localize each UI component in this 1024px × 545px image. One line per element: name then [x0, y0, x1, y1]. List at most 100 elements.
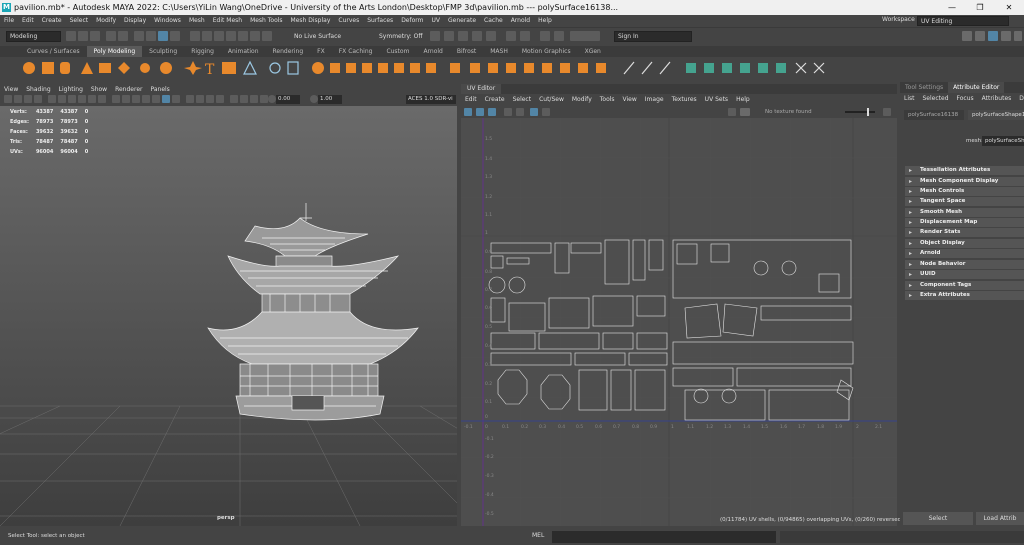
workspace-dropdown[interactable]: UV Editing [917, 16, 1009, 26]
select-button[interactable]: Select [903, 512, 973, 525]
xray-icon [240, 95, 248, 103]
section-uuid[interactable]: UUID [905, 270, 1024, 279]
attr-menu-display[interactable]: Displ [1015, 93, 1024, 104]
colorspace-dropdown[interactable]: ACES 1.0 SDR-vi [406, 95, 456, 104]
uv-menu-tools[interactable]: Tools [596, 94, 619, 105]
attr-menu-attributes[interactable]: Attributes [978, 93, 1016, 104]
live-surface-label[interactable]: No Live Surface [294, 33, 341, 40]
menu-mesh[interactable]: Mesh [185, 15, 209, 27]
menu-generate[interactable]: Generate [444, 15, 480, 27]
load-attributes-button[interactable]: Load Attrib [976, 512, 1024, 525]
menu-windows[interactable]: Windows [150, 15, 185, 27]
menu-display[interactable]: Display [120, 15, 150, 27]
menu-curves[interactable]: Curves [334, 15, 363, 27]
menu-help[interactable]: Help [534, 15, 556, 27]
uv-menu-cut-sew[interactable]: Cut/Sew [535, 94, 568, 105]
shelf-tab-arnold[interactable]: Arnold [416, 46, 449, 57]
uv-texture-icons [728, 108, 750, 116]
shelf-tab-rendering[interactable]: Rendering [266, 46, 311, 57]
mesh-name-field[interactable]: polySurfaceSha [982, 136, 1024, 146]
command-result-field [780, 531, 1024, 543]
section-extra-attributes[interactable]: Extra Attributes [905, 291, 1024, 300]
shelf-tab-fx[interactable]: FX [310, 46, 332, 57]
viewport-menu-renderer[interactable]: Renderer [111, 84, 146, 95]
shelf-tab-rigging[interactable]: Rigging [184, 46, 221, 57]
section-render-stats[interactable]: Render Stats [905, 228, 1024, 237]
uv-shaded-icon [476, 108, 484, 116]
uv-menu-uv-sets[interactable]: UV Sets [701, 94, 732, 105]
menu-file[interactable]: File [0, 15, 18, 27]
menu-edit[interactable]: Edit [18, 15, 38, 27]
perspective-viewport[interactable] [0, 106, 457, 526]
maximize-button[interactable]: ❐ [966, 0, 994, 15]
menu-mesh-display[interactable]: Mesh Display [287, 15, 335, 27]
menu-modify[interactable]: Modify [92, 15, 120, 27]
uv-menu-modify[interactable]: Modify [568, 94, 596, 105]
section-mesh-controls[interactable]: Mesh Controls [905, 187, 1024, 196]
attr-menu: List Selected Focus Attributes Displ [900, 93, 1024, 104]
shelf-tab-motion-graphics[interactable]: Motion Graphics [515, 46, 578, 57]
menu-arnold[interactable]: Arnold [507, 15, 534, 27]
uv-editor-tab[interactable]: UV Editor [461, 84, 502, 94]
input-ops-icon [540, 31, 550, 41]
section-mesh-component-display[interactable]: Mesh Component Display [905, 177, 1024, 186]
shelf-tab-sculpting[interactable]: Sculpting [142, 46, 184, 57]
menu-edit-mesh[interactable]: Edit Mesh [209, 15, 246, 27]
section-node-behavior[interactable]: Node Behavior [905, 260, 1024, 269]
symmetry-label[interactable]: Symmetry: Off [379, 33, 422, 40]
command-line-input[interactable] [552, 531, 776, 543]
gamma-field[interactable]: 1.00 [318, 95, 342, 104]
section-displacement-map[interactable]: Displacement Map [905, 218, 1024, 227]
uv-exposure-slider[interactable] [845, 108, 895, 118]
uv-texture-space[interactable]: 1.5 1.4 1.3 1.2 1.1 1 0.9 0.8 0.7 0.6 0.… [461, 118, 897, 526]
section-tessellation[interactable]: Tessellation Attributes [905, 166, 1024, 175]
menu-uv[interactable]: UV [428, 15, 445, 27]
tab-tool-settings[interactable]: Tool Settings [900, 84, 948, 91]
viewport-menu-view[interactable]: View [0, 84, 22, 95]
menu-cache[interactable]: Cache [480, 15, 507, 27]
node-tab-shape[interactable]: polySurfaceShape1 [968, 110, 1024, 120]
mel-label[interactable]: MEL [532, 532, 544, 539]
shelf-tab-animation[interactable]: Animation [221, 46, 266, 57]
menu-surfaces[interactable]: Surfaces [363, 15, 397, 27]
uv-menu-edit[interactable]: Edit [461, 94, 481, 105]
shelf-tab-custom[interactable]: Custom [379, 46, 416, 57]
viewport-menu-lighting[interactable]: Lighting [55, 84, 87, 95]
uv-menu-textures[interactable]: Textures [668, 94, 701, 105]
viewport-menu-panels[interactable]: Panels [146, 84, 173, 95]
viewport-menu-shading[interactable]: Shading [22, 84, 54, 95]
section-smooth-mesh[interactable]: Smooth Mesh [905, 208, 1024, 217]
menu-deform[interactable]: Deform [397, 15, 427, 27]
menuset-dropdown[interactable]: Modeling [6, 31, 61, 42]
close-button[interactable]: ✕ [995, 0, 1023, 15]
node-tab-transform[interactable]: polySurface16138 [904, 110, 964, 120]
attr-menu-focus[interactable]: Focus [953, 93, 978, 104]
uv-menu-help[interactable]: Help [732, 94, 754, 105]
section-object-display[interactable]: Object Display [905, 239, 1024, 248]
tab-attribute-editor[interactable]: Attribute Editor [948, 82, 1005, 93]
shelf-tab-poly-modeling[interactable]: Poly Modeling [86, 46, 143, 57]
sign-in-dropdown[interactable]: Sign In [614, 31, 692, 42]
shelf-tab-fx-caching[interactable]: FX Caching [332, 46, 380, 57]
viewport-menu-show[interactable]: Show [87, 84, 111, 95]
uv-menu-view[interactable]: View [619, 94, 641, 105]
uv-menu-create[interactable]: Create [481, 94, 509, 105]
minimize-button[interactable]: — [938, 0, 966, 15]
section-tangent-space[interactable]: Tangent Space [905, 197, 1024, 206]
attr-menu-selected[interactable]: Selected [919, 93, 953, 104]
exposure-field[interactable]: 0.00 [276, 95, 300, 104]
uv-menu-select[interactable]: Select [509, 94, 536, 105]
menu-mesh-tools[interactable]: Mesh Tools [246, 15, 286, 27]
shelf-tab-bifrost[interactable]: Bifrost [450, 46, 483, 57]
section-component-tags[interactable]: Component Tags [905, 281, 1024, 290]
shelf-tab-mash[interactable]: MASH [483, 46, 515, 57]
open-scene-icon [78, 31, 88, 41]
uv-checker-icon [530, 108, 538, 116]
menu-create[interactable]: Create [38, 15, 66, 27]
menu-select[interactable]: Select [66, 15, 93, 27]
shelf-tab-curves-surfaces[interactable]: Curves / Surfaces [20, 46, 87, 57]
section-arnold[interactable]: Arnold [905, 249, 1024, 258]
attr-menu-list[interactable]: List [900, 93, 919, 104]
uv-menu-image[interactable]: Image [641, 94, 668, 105]
shelf-tab-xgen[interactable]: XGen [578, 46, 608, 57]
